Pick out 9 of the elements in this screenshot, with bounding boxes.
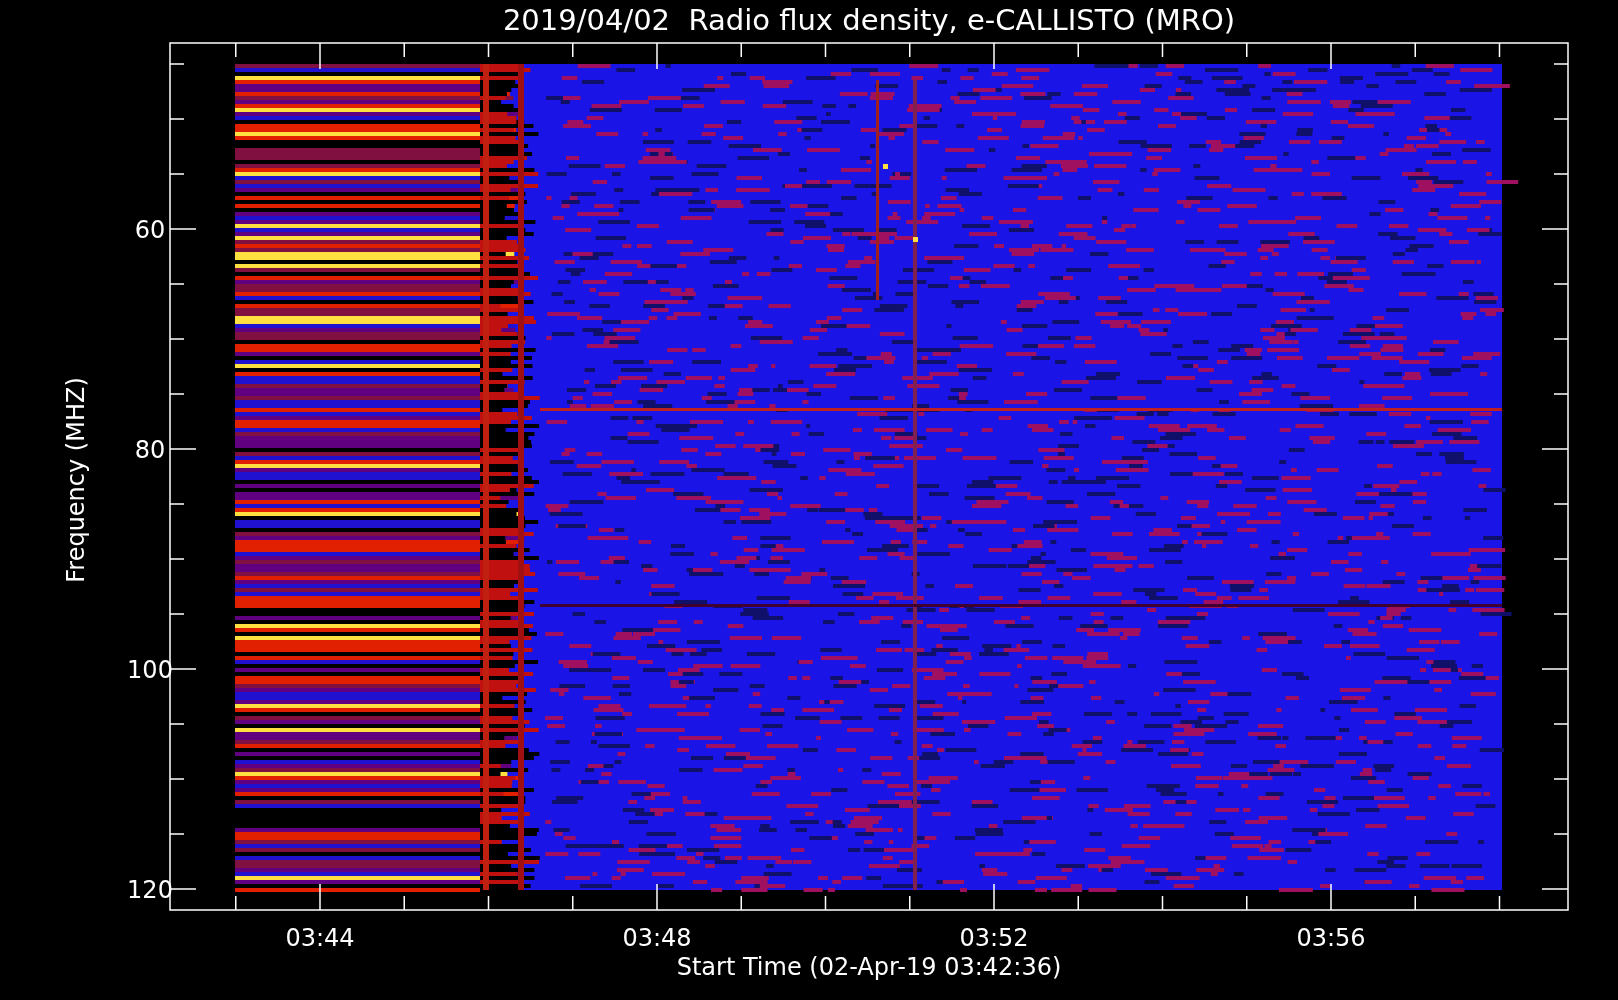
y-tick-label: 80 <box>134 436 166 464</box>
x-tick-label: 03:48 <box>622 924 692 952</box>
x-tick-label: 03:56 <box>1296 924 1366 952</box>
x-tick-label: 03:44 <box>285 924 355 952</box>
y-axis-label: Frequency (MHZ) <box>62 377 90 583</box>
x-tick-label: 03:52 <box>959 924 1029 952</box>
x-axis-label: Start Time (02-Apr-19 03:42:36) <box>676 953 1062 981</box>
y-tick-label: 60 <box>134 216 166 244</box>
plot-title: 2019/04/02 Radio flux density, e-CALLISTO (MRO) <box>502 3 1236 37</box>
